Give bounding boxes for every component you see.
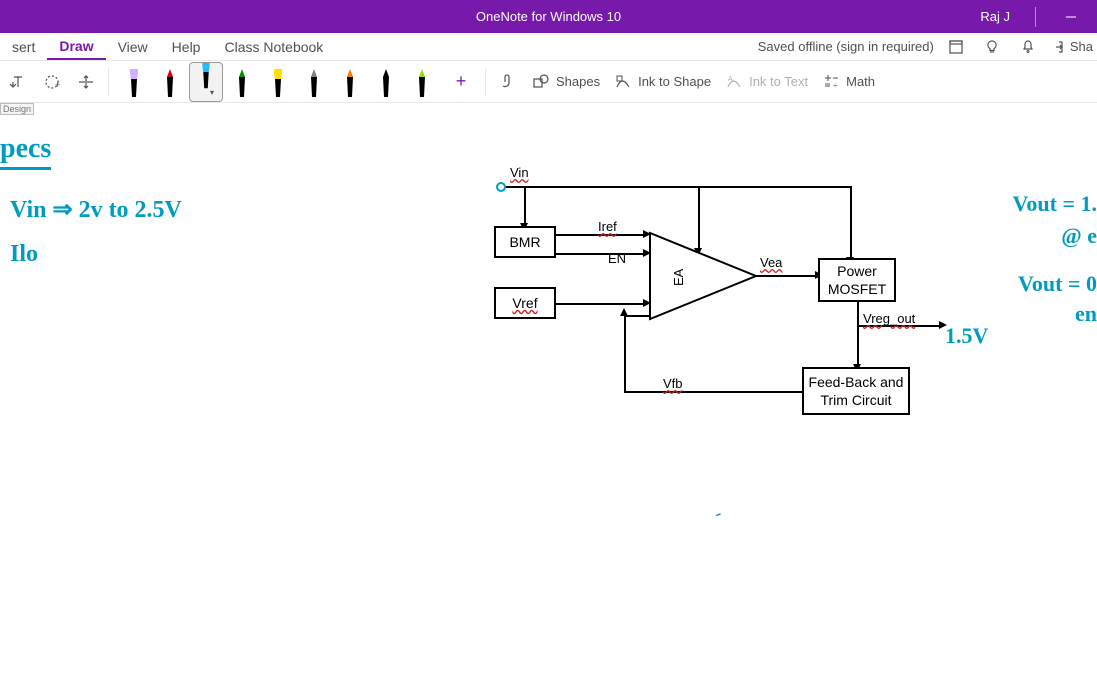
fullscreen-icon[interactable] (942, 33, 970, 61)
wire-bus (524, 186, 850, 188)
minimize-button[interactable] (1051, 0, 1091, 33)
wire (756, 275, 816, 277)
tab-insert[interactable]: sert (0, 35, 47, 59)
svg-text:A: A (728, 76, 733, 83)
insert-space-tool[interactable] (72, 68, 100, 96)
label-vreg-out: Vreg_out (863, 311, 915, 326)
wire (624, 315, 626, 393)
chevron-down-icon: ▾ (210, 88, 214, 97)
yellow-highlighter[interactable] (261, 62, 295, 102)
arrow (939, 321, 947, 329)
app-title: OneNote for Windows 10 (476, 9, 621, 24)
blue-highlighter[interactable]: ▾ (189, 62, 223, 102)
wire (556, 303, 644, 305)
divider (1035, 7, 1036, 27)
tab-help[interactable]: Help (160, 35, 213, 59)
ink-stray-mark: - (712, 503, 725, 525)
block-power-mosfet: Power MOSFET (818, 258, 896, 302)
block-feedback: Feed-Back and Trim Circuit (802, 367, 910, 415)
ink-spec-iload: Ilo (10, 241, 38, 268)
ribbon-separator (108, 68, 109, 96)
svg-text:÷: ÷ (833, 81, 838, 90)
lightbulb-icon[interactable] (978, 33, 1006, 61)
green-pen[interactable] (225, 62, 259, 102)
ink-vout-0: Vout = 0 (1018, 271, 1097, 297)
ink-to-shape-label: Ink to Shape (638, 74, 711, 89)
ink-1p5v: 1.5V (945, 323, 988, 349)
red-pen[interactable] (153, 62, 187, 102)
svg-text:+: + (55, 80, 60, 90)
tab-class-notebook[interactable]: Class Notebook (212, 35, 335, 59)
ink-at-e: @ e (1061, 223, 1097, 249)
tab-draw[interactable]: Draw (47, 34, 105, 60)
share-button[interactable]: Sha (1050, 33, 1093, 61)
label-vea: Vea (760, 255, 782, 270)
block-vref: Vref (494, 287, 556, 319)
ink-to-text-label: Ink to Text (749, 74, 808, 89)
user-name[interactable]: Raj J (970, 9, 1020, 24)
page-title-box[interactable]: Design (0, 103, 34, 115)
ink-to-text-button: A Ink to Text (721, 73, 812, 91)
block-bmr: BMR (494, 226, 556, 258)
wire (624, 391, 802, 393)
bell-icon[interactable] (1014, 33, 1042, 61)
title-bar: OneNote for Windows 10 Raj J (0, 0, 1097, 33)
wire (857, 325, 859, 365)
wire (556, 234, 644, 236)
math-button[interactable]: ÷ Math (818, 73, 879, 91)
lime-pen[interactable] (405, 62, 439, 102)
ink-spec-vin: Vin ⇒ 2v to 2.5V (10, 195, 182, 224)
wire (624, 315, 650, 317)
gray-pen[interactable] (297, 62, 331, 102)
wire (506, 186, 524, 188)
svg-text:EA: EA (671, 268, 686, 286)
wire (524, 186, 526, 224)
label-iref: Iref (598, 219, 617, 234)
label-vin: Vin (510, 165, 529, 180)
touch-draw-icon[interactable] (494, 68, 522, 96)
ink-en: en (1075, 301, 1097, 327)
wire (857, 302, 859, 326)
math-label: Math (846, 74, 875, 89)
ribbon-separator (485, 68, 486, 96)
text-tool[interactable] (4, 68, 32, 96)
canvas[interactable]: Design pecs Vin ⇒ 2v to 2.5V Ilo Vout = … (0, 103, 1097, 686)
ink-vout-1: Vout = 1. (1013, 191, 1097, 217)
ink-heading-specs: pecs (0, 133, 51, 170)
orange-pen[interactable] (333, 62, 367, 102)
label-vfb: Vfb (663, 376, 683, 391)
label-en: EN (608, 251, 626, 266)
lasso-tool[interactable]: + (38, 68, 66, 96)
block-ea: EA (648, 231, 758, 321)
ribbon: + ▾ (0, 61, 1097, 103)
shapes-button[interactable]: Shapes (528, 73, 604, 91)
wire (850, 186, 852, 258)
shapes-label: Shapes (556, 74, 600, 89)
black-pen[interactable] (369, 62, 403, 102)
add-pen-button[interactable]: + (445, 66, 477, 98)
lavender-highlighter[interactable] (117, 62, 151, 102)
wire (556, 253, 644, 255)
tab-view[interactable]: View (106, 35, 160, 59)
menu-row: sert Draw View Help Class Notebook Saved… (0, 33, 1097, 61)
share-label: Sha (1070, 39, 1093, 54)
ink-to-shape-button[interactable]: Ink to Shape (610, 73, 715, 91)
save-status: Saved offline (sign in required) (758, 39, 934, 54)
